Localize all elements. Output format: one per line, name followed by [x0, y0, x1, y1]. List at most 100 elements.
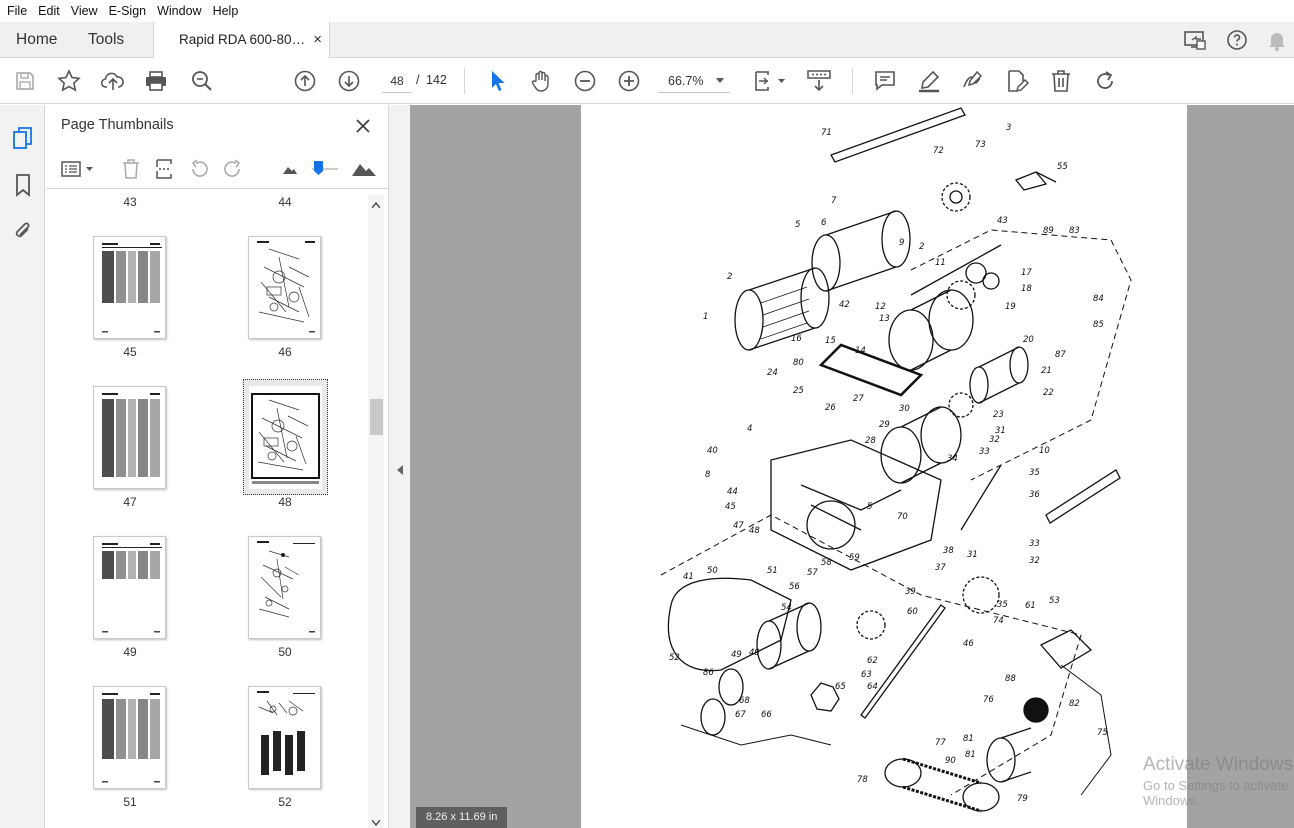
edit-pdf-icon[interactable]: [1004, 68, 1030, 94]
part-number-label: 33: [979, 447, 990, 457]
delete-page-icon[interactable]: [118, 157, 144, 181]
scroll-down-icon[interactable]: [372, 820, 380, 826]
part-number-label: 59: [849, 553, 860, 563]
part-number-label: 73: [975, 140, 986, 150]
thumbnail-page-47[interactable]: [93, 386, 166, 489]
part-number-label: 87: [1055, 350, 1066, 360]
part-number-label: 74: [993, 616, 1004, 626]
part-number-label: 15: [825, 336, 836, 346]
thumbnail-label: 50: [278, 645, 292, 659]
thumbnail-page-46[interactable]: [248, 236, 321, 339]
part-number-label: 39: [905, 587, 916, 597]
part-number-label: 31: [967, 550, 978, 560]
hand-tool-icon[interactable]: [528, 68, 554, 94]
bookmark-star-icon[interactable]: [56, 68, 82, 94]
part-number-label: 68: [739, 696, 750, 706]
part-number-label: 38: [943, 546, 954, 556]
thumbnail-label: 51: [123, 795, 137, 809]
collapse-panel-icon[interactable]: [397, 465, 403, 475]
part-number-label: 3: [1006, 123, 1011, 133]
document-tab-title: Rapid RDA 600-80…: [179, 32, 306, 47]
menu-view[interactable]: View: [67, 4, 102, 18]
thumbnail-label: 44: [278, 195, 292, 209]
part-number-label: 35: [997, 600, 1008, 610]
print-icon[interactable]: [143, 68, 169, 94]
page-thumbnails-icon[interactable]: [11, 126, 35, 150]
zoom-out-icon[interactable]: [572, 68, 598, 94]
zoom-search-icon[interactable]: [189, 68, 215, 94]
help-icon[interactable]: [1226, 29, 1248, 51]
part-number-label: 80: [793, 358, 804, 368]
next-page-icon[interactable]: [336, 68, 362, 94]
toolbar-divider: [852, 68, 853, 94]
part-number-label: 71: [821, 128, 832, 138]
part-number-label: 52: [669, 653, 680, 663]
zoom-level-value: 66.7%: [668, 74, 704, 88]
bookmarks-icon[interactable]: [11, 173, 35, 197]
document-viewport[interactable]: 71 3 72 73 55 43 7 5 6 9 2 89 83 11 17 18 19 1 2 42 12 13 16 15…: [410, 105, 1294, 828]
panel-splitter[interactable]: [388, 105, 410, 828]
thumbnail-label: 43: [123, 195, 137, 209]
thumbnail-options-icon[interactable]: [60, 157, 96, 181]
part-number-label: 8: [705, 470, 711, 480]
thumbnail-page-48-selected[interactable]: [243, 379, 328, 495]
part-number-label: 64: [867, 682, 878, 692]
menu-edit[interactable]: Edit: [34, 4, 64, 18]
part-number-label: 54: [781, 603, 792, 613]
part-number-label: 24: [767, 368, 778, 378]
menu-bar: File Edit View E-Sign Window Help: [0, 0, 1294, 22]
tab-tools[interactable]: Tools: [88, 22, 124, 58]
thumbnail-size-small-icon[interactable]: [277, 157, 303, 181]
tab-home[interactable]: Home: [16, 22, 57, 58]
attachments-paperclip-icon[interactable]: [11, 219, 35, 243]
upload-cloud-icon[interactable]: [100, 68, 126, 94]
close-tab-icon[interactable]: ×: [313, 22, 322, 58]
thumbnail-page-45[interactable]: [93, 236, 166, 339]
rotate-clockwise-icon[interactable]: [220, 157, 246, 181]
thumbnail-size-slider[interactable]: [310, 157, 340, 181]
previous-page-icon[interactable]: [292, 68, 318, 94]
part-number-label: 81: [963, 734, 974, 744]
save-icon[interactable]: [12, 68, 38, 94]
part-number-label: 20: [1023, 335, 1034, 345]
menu-file[interactable]: File: [3, 4, 31, 18]
notifications-bell-icon[interactable]: [1267, 29, 1287, 51]
scrolling-mode-icon[interactable]: [806, 68, 832, 94]
watermark-line2: Go to Settings to activate Windows.: [1143, 778, 1289, 808]
rotate-counterclockwise-icon[interactable]: [186, 157, 212, 181]
part-number-label: 81: [965, 750, 976, 760]
redo-rotate-icon[interactable]: [1092, 68, 1118, 94]
tab-document[interactable]: Rapid RDA 600-80… ×: [153, 22, 330, 58]
share-screen-icon[interactable]: [1183, 29, 1207, 51]
sign-pen-icon[interactable]: [960, 68, 986, 94]
thumbnail-page-51[interactable]: [93, 686, 166, 789]
select-cursor-icon[interactable]: [484, 68, 510, 94]
menu-esign[interactable]: E-Sign: [105, 4, 151, 18]
chevron-down-icon: [716, 78, 724, 84]
fit-page-icon[interactable]: [751, 68, 787, 94]
delete-trash-icon[interactable]: [1048, 68, 1074, 94]
part-number-label: 25: [793, 386, 804, 396]
zoom-in-icon[interactable]: [616, 68, 642, 94]
thumbnail-page-50[interactable]: [248, 536, 321, 639]
menu-help[interactable]: Help: [209, 4, 243, 18]
part-number-label: 10: [1039, 446, 1050, 456]
part-number-label: 66: [761, 710, 772, 720]
scrollbar-thumb[interactable]: [370, 399, 383, 435]
thumbnail-size-large-icon[interactable]: [350, 157, 378, 181]
highlight-pen-icon[interactable]: [916, 68, 942, 94]
thumbnail-scrollbar[interactable]: [368, 195, 384, 828]
close-panel-icon[interactable]: [352, 115, 374, 137]
scroll-up-icon[interactable]: [372, 202, 380, 208]
menu-window[interactable]: Window: [153, 4, 205, 18]
insert-page-icon[interactable]: [152, 157, 178, 181]
main-toolbar: / 142 66.7%: [0, 58, 1294, 104]
activation-watermark: Activate Windows Go to Settings to activ…: [1143, 754, 1294, 808]
page-number-input[interactable]: [382, 69, 412, 93]
comment-icon[interactable]: [872, 68, 898, 94]
part-number-label: 37: [935, 563, 946, 573]
thumbnail-page-49[interactable]: [93, 536, 166, 639]
thumbnail-page-52[interactable]: [248, 686, 321, 789]
zoom-level-dropdown[interactable]: 66.7%: [658, 69, 730, 93]
part-number-label: 5: [795, 220, 800, 230]
